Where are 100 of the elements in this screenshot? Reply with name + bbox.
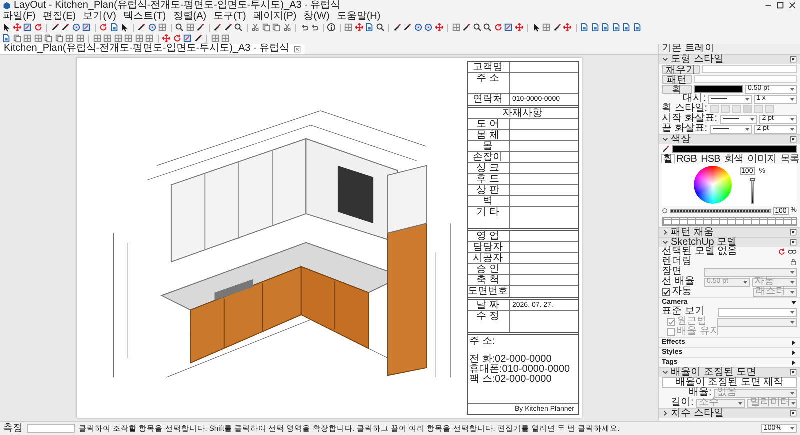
stroke-button[interactable]: 획 bbox=[662, 84, 692, 94]
section-header[interactable]: 색상 bbox=[659, 134, 800, 144]
chain-link-icon[interactable] bbox=[788, 248, 797, 256]
menu-item[interactable]: 도움말(H) bbox=[336, 12, 381, 22]
color-mode-tab[interactable]: 휠 bbox=[661, 154, 675, 164]
chevron-icon[interactable] bbox=[662, 410, 669, 417]
pin-icon[interactable] bbox=[790, 229, 797, 236]
menu-item[interactable]: 페이지(P) bbox=[253, 12, 297, 22]
undo-arrow-icon[interactable] bbox=[310, 23, 319, 32]
scissors-icon[interactable] bbox=[251, 23, 260, 32]
chevron-icon[interactable] bbox=[662, 136, 669, 143]
page-icon[interactable] bbox=[622, 23, 631, 32]
cross-arrows-icon[interactable] bbox=[514, 23, 524, 32]
section-header[interactable]: SketchUp 모델 bbox=[659, 237, 800, 247]
pin-icon[interactable] bbox=[790, 369, 797, 376]
chevron-icon[interactable] bbox=[662, 239, 669, 246]
page-icon[interactable] bbox=[632, 23, 642, 32]
circle-icon[interactable] bbox=[72, 23, 80, 32]
fill-button[interactable]: 채우기 bbox=[662, 64, 700, 74]
grid-icon[interactable] bbox=[34, 34, 42, 43]
square-icon[interactable] bbox=[183, 34, 192, 43]
cross-arrows-icon[interactable] bbox=[162, 34, 171, 43]
page-icon[interactable] bbox=[590, 23, 600, 32]
magnifier-icon[interactable] bbox=[234, 23, 243, 32]
magnifier-icon[interactable] bbox=[175, 23, 184, 32]
info-icon[interactable] bbox=[327, 23, 336, 32]
pencil-icon[interactable] bbox=[224, 23, 232, 32]
triangle-icon[interactable] bbox=[791, 360, 797, 366]
circle-icon[interactable] bbox=[414, 23, 422, 32]
circular-arrow-icon[interactable] bbox=[172, 34, 182, 43]
color-mode-tab[interactable]: 회색 bbox=[722, 154, 746, 164]
eyedropper-icon[interactable] bbox=[462, 23, 471, 32]
color-mode-tab[interactable]: HSB bbox=[699, 154, 722, 164]
triangle-icon[interactable] bbox=[791, 340, 797, 346]
square-icon[interactable] bbox=[504, 23, 513, 32]
square-icon[interactable] bbox=[23, 23, 32, 32]
page-icon[interactable] bbox=[601, 23, 610, 32]
circle-icon[interactable] bbox=[424, 23, 433, 32]
grid-icon[interactable] bbox=[23, 34, 32, 43]
pencil-icon[interactable] bbox=[61, 23, 70, 32]
section-header[interactable]: 치수 스타일 bbox=[659, 408, 800, 418]
pin-icon[interactable] bbox=[790, 239, 797, 246]
eyedropper-icon[interactable] bbox=[196, 23, 205, 32]
triangle-icon[interactable] bbox=[791, 350, 797, 356]
pointer-icon[interactable] bbox=[532, 23, 540, 32]
pin-icon[interactable] bbox=[790, 410, 797, 417]
pencil-icon[interactable] bbox=[194, 34, 202, 43]
pencil-icon[interactable] bbox=[403, 23, 412, 32]
stroke-color-swatch[interactable] bbox=[694, 85, 743, 93]
swatch-grid[interactable] bbox=[662, 217, 797, 226]
cross-arrows-icon[interactable] bbox=[434, 23, 444, 32]
color-wheel[interactable] bbox=[694, 166, 732, 204]
grid-icon[interactable] bbox=[92, 34, 102, 43]
grid-icon[interactable] bbox=[344, 23, 353, 32]
pencil-icon[interactable] bbox=[137, 23, 146, 32]
menu-item[interactable]: 창(W) bbox=[304, 12, 330, 22]
measure-field[interactable] bbox=[27, 424, 75, 433]
menu-item[interactable]: 정렬(A) bbox=[173, 12, 207, 22]
section-header[interactable]: 도형 스타일 bbox=[659, 54, 800, 64]
pointer-icon[interactable] bbox=[2, 23, 11, 32]
grid-icon[interactable] bbox=[76, 34, 84, 43]
scissors-icon[interactable] bbox=[282, 23, 292, 32]
circular-arrow-icon[interactable] bbox=[99, 23, 108, 32]
eyedropper-icon[interactable] bbox=[213, 23, 222, 32]
close-icon[interactable] bbox=[788, 1, 797, 10]
menu-item[interactable]: 텍스트(T) bbox=[123, 12, 166, 22]
page-icon[interactable] bbox=[612, 23, 620, 32]
pencil-icon[interactable] bbox=[50, 23, 60, 32]
cross-arrows-icon[interactable] bbox=[563, 23, 572, 32]
pin-icon[interactable] bbox=[790, 136, 797, 143]
menu-item[interactable]: 보기(V) bbox=[83, 12, 116, 22]
page-icon[interactable] bbox=[365, 23, 374, 32]
cross-arrows-icon[interactable] bbox=[354, 23, 364, 32]
magnifier-icon[interactable] bbox=[483, 23, 492, 32]
copy-icon[interactable] bbox=[12, 34, 22, 43]
padlock-icon[interactable] bbox=[790, 258, 797, 266]
eyedropper-icon[interactable] bbox=[662, 145, 670, 153]
menu-item[interactable]: 편집(E) bbox=[42, 12, 76, 22]
maximize-icon[interactable] bbox=[776, 1, 785, 10]
pattern-button[interactable]: 패턴 bbox=[662, 74, 692, 84]
grid-icon[interactable] bbox=[158, 23, 167, 32]
chevron-icon[interactable] bbox=[662, 229, 669, 236]
color-mode-tab[interactable]: RGB bbox=[674, 154, 700, 164]
checkbox[interactable] bbox=[662, 288, 670, 296]
section-header[interactable]: 패턴 채움 bbox=[659, 227, 800, 237]
eyedropper-icon[interactable] bbox=[552, 23, 562, 32]
brightness-slider[interactable] bbox=[750, 178, 754, 204]
line-style-dropdown[interactable] bbox=[720, 114, 758, 124]
pointer-icon[interactable] bbox=[120, 23, 129, 32]
pin-icon[interactable] bbox=[790, 56, 797, 63]
line-style-dropdown[interactable] bbox=[710, 124, 752, 134]
eyedropper-icon[interactable] bbox=[392, 23, 402, 32]
circular-arrow-icon[interactable] bbox=[778, 248, 786, 256]
line-style-dropdown[interactable] bbox=[708, 94, 752, 104]
magnifier-icon[interactable] bbox=[472, 23, 482, 32]
circular-arrow-icon[interactable] bbox=[494, 23, 502, 32]
square-icon[interactable] bbox=[82, 23, 91, 32]
chevron-icon[interactable] bbox=[662, 56, 669, 63]
color-mode-tab[interactable]: 목록 bbox=[778, 154, 800, 164]
triangle-icon[interactable] bbox=[791, 300, 797, 306]
